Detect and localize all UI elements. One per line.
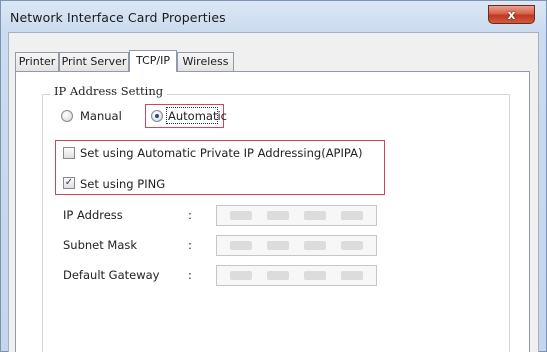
- apipa-label[interactable]: Set using Automatic Private IP Addressin…: [80, 146, 362, 160]
- automatic-label[interactable]: Automatic: [168, 109, 227, 123]
- octet: [230, 271, 253, 280]
- tab-label: Print Server: [61, 55, 127, 68]
- tab-printer[interactable]: Printer: [15, 52, 59, 71]
- close-icon: x: [507, 7, 516, 22]
- ping-label[interactable]: Set using PING: [80, 177, 165, 191]
- octet: [340, 211, 363, 220]
- manual-radio[interactable]: [61, 110, 73, 122]
- field-colon: :: [188, 208, 192, 222]
- octet: [267, 211, 290, 220]
- octet: [230, 241, 253, 250]
- field-colon: :: [188, 238, 192, 252]
- ip-address-label: IP Address: [63, 208, 123, 222]
- tab-tcp-ip[interactable]: TCP/IP: [129, 50, 177, 72]
- group-title: IP Address Setting: [50, 84, 168, 98]
- window-title: Network Interface Card Properties: [10, 10, 226, 25]
- octet: [267, 241, 290, 250]
- ip-address-field[interactable]: [216, 205, 377, 226]
- close-button[interactable]: x: [488, 5, 535, 24]
- subnet-mask-field[interactable]: [216, 235, 377, 256]
- radio-selected-dot: [155, 114, 159, 118]
- tab-label: TCP/IP: [136, 54, 170, 67]
- octet: [230, 211, 253, 220]
- apipa-checkbox[interactable]: [63, 147, 75, 159]
- octet: [340, 271, 363, 280]
- default-gateway-field[interactable]: [216, 265, 377, 286]
- subnet-mask-label: Subnet Mask: [63, 238, 138, 252]
- default-gateway-label: Default Gateway: [63, 268, 160, 282]
- checkmark-icon: ✓: [64, 177, 74, 188]
- ping-checkbox[interactable]: ✓: [63, 177, 75, 189]
- tab-wireless[interactable]: Wireless: [177, 52, 234, 71]
- octet: [340, 241, 363, 250]
- tab-label: Printer: [18, 55, 56, 68]
- octet: [303, 271, 326, 280]
- tab-print-server[interactable]: Print Server: [59, 52, 129, 71]
- octet: [303, 211, 326, 220]
- octet: [267, 271, 290, 280]
- octet: [303, 241, 326, 250]
- field-colon: :: [188, 268, 192, 282]
- automatic-radio[interactable]: [151, 110, 163, 122]
- manual-label[interactable]: Manual: [80, 109, 122, 123]
- tab-label: Wireless: [182, 55, 229, 68]
